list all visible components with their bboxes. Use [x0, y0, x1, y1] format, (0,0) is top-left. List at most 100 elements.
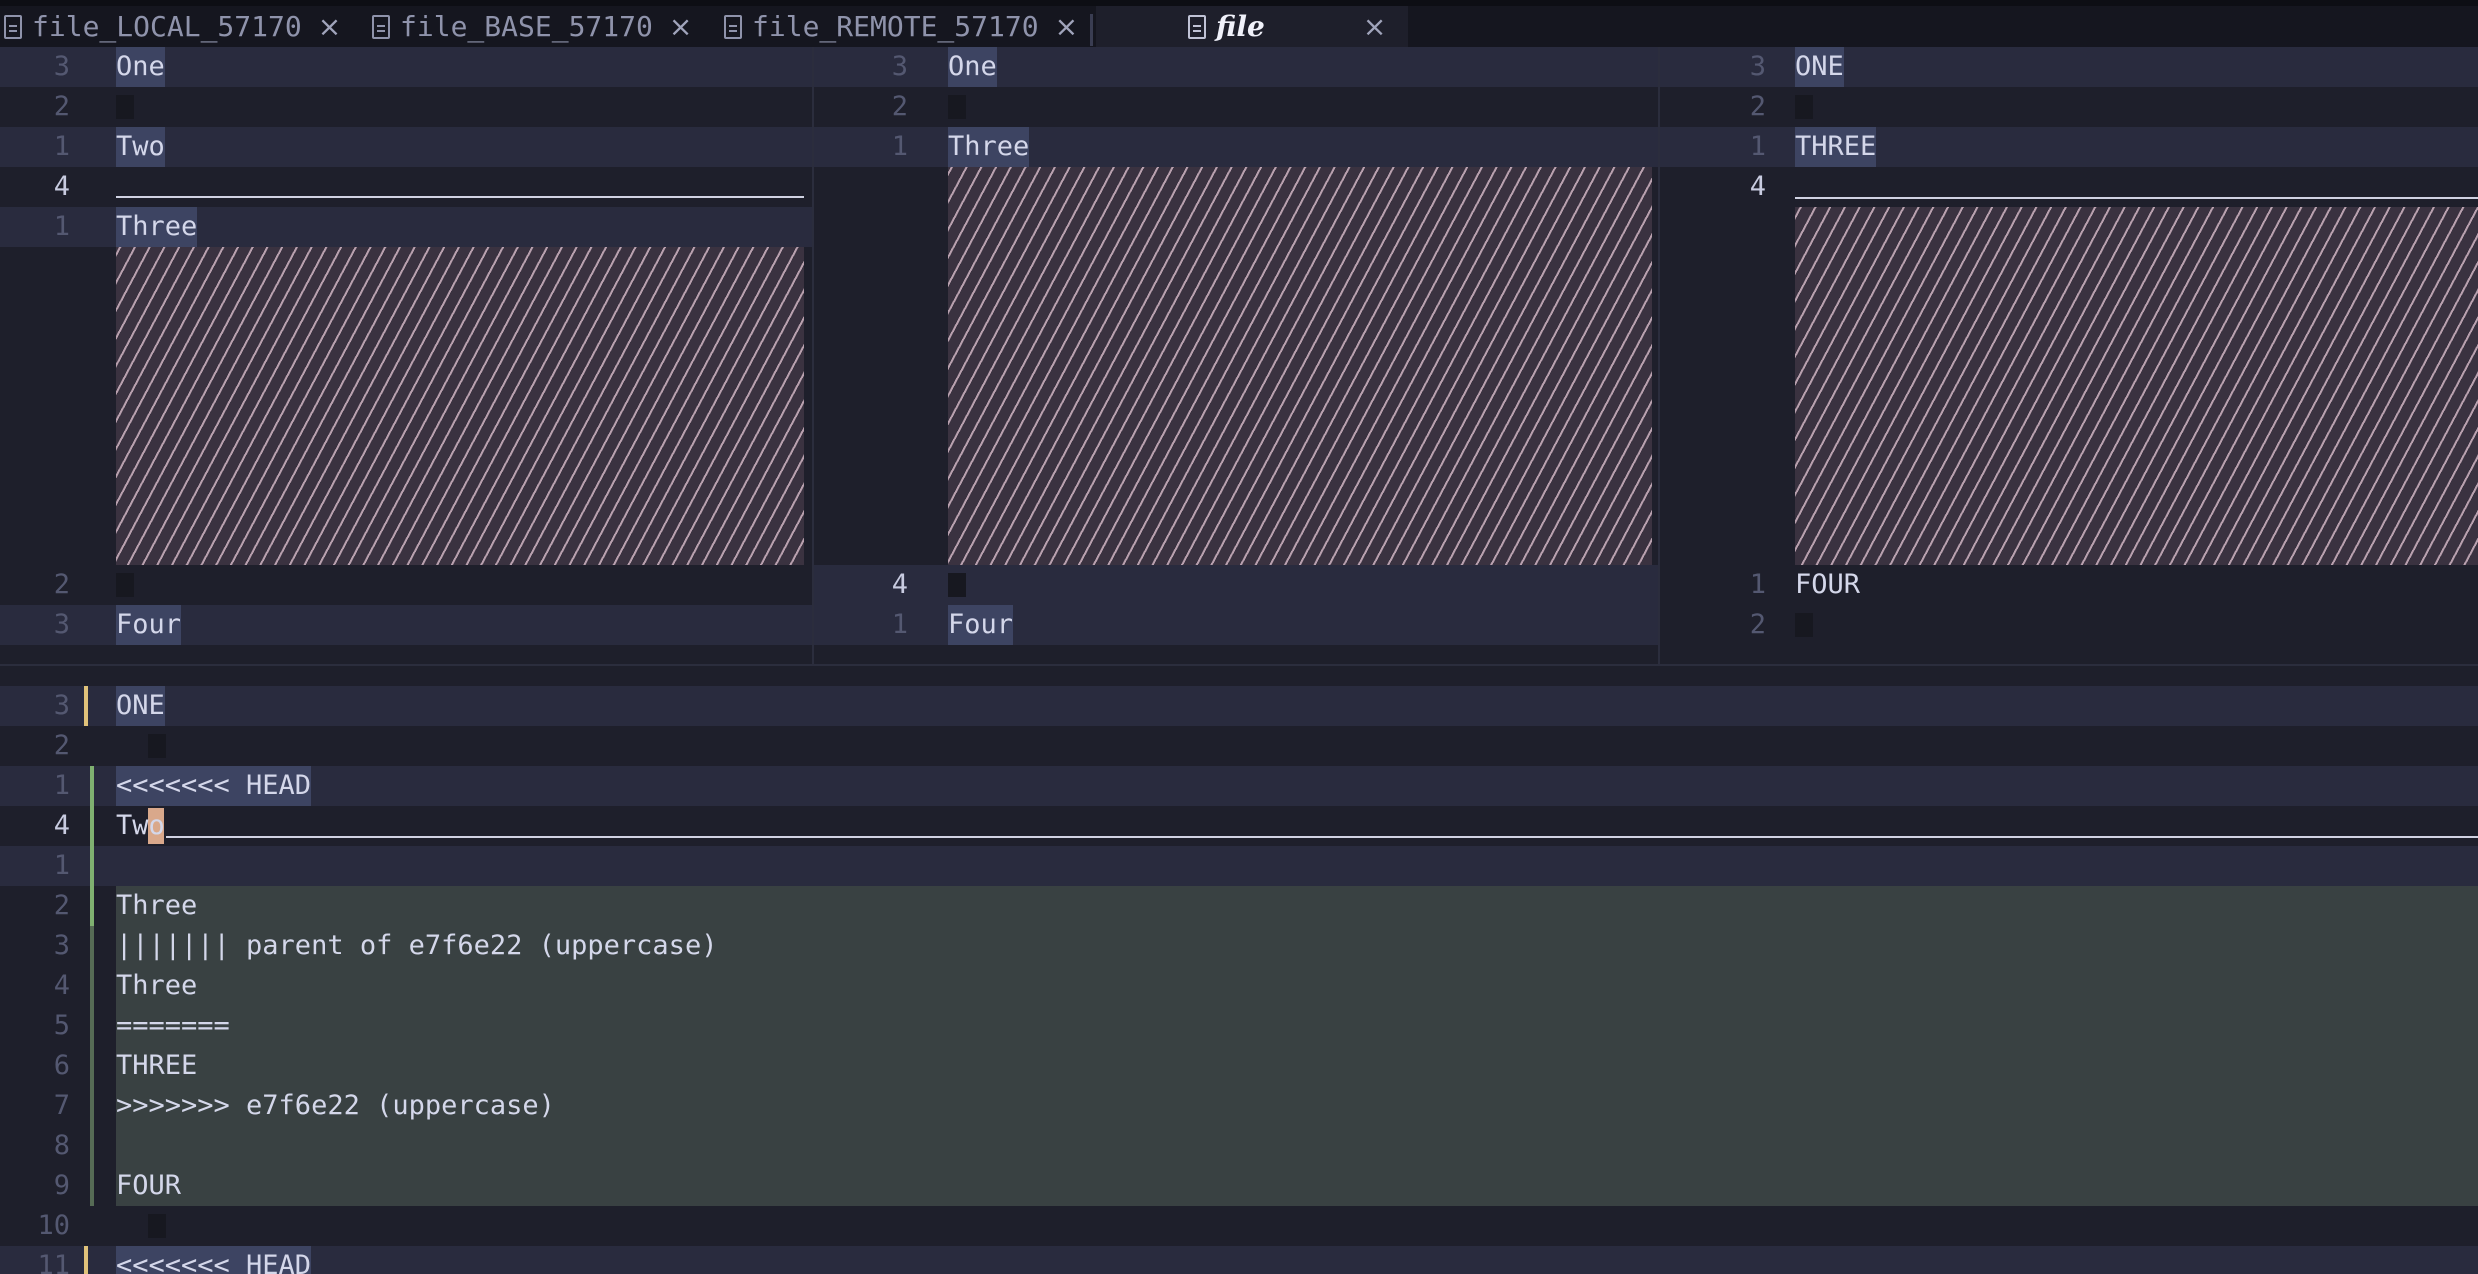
code-line: <<<<<<< HEAD — [116, 1246, 312, 1274]
line-number: 1 — [53, 770, 70, 801]
cursor-line — [116, 196, 804, 198]
code-line: THREE — [116, 1050, 198, 1081]
empty-line-marker — [948, 573, 966, 597]
line-number: 3 — [53, 690, 70, 721]
deleted-region — [116, 247, 804, 565]
line-number: 11 — [37, 1250, 70, 1274]
line-number: 1 — [891, 131, 908, 162]
code-line: ONE — [1795, 47, 1844, 87]
deleted-region — [1795, 207, 2478, 565]
empty-line-marker — [1795, 95, 1813, 119]
gutter-modified-marker — [84, 1246, 88, 1274]
line-number: 10 — [37, 1210, 70, 1241]
line-band — [814, 47, 1658, 87]
line-band — [814, 605, 1658, 645]
code-line: FOUR — [116, 1170, 182, 1201]
code-line: Four — [948, 605, 1014, 645]
empty-line-marker — [116, 95, 134, 119]
close-icon[interactable]: × — [1363, 10, 1386, 43]
empty-line-marker — [148, 1214, 166, 1238]
line-number: 2 — [53, 91, 70, 122]
line-number: 3 — [1749, 51, 1766, 82]
line-number: 8 — [53, 1130, 70, 1161]
line-band — [814, 565, 1658, 605]
line-band — [0, 1246, 2478, 1274]
tab-bar: file_LOCAL_57170 × file_BASE_57170 × fil… — [0, 6, 2478, 47]
merged-pane[interactable]: 3 2 1 4 1 2 3 4 5 6 7 8 9 10 11 ONE <<<<… — [0, 666, 2478, 1274]
code-line[interactable]: Two — [116, 806, 165, 846]
line-number: 3 — [891, 51, 908, 82]
tab-file-base[interactable]: file_BASE_57170 × — [372, 6, 692, 47]
tab-label: file_LOCAL_57170 — [32, 10, 302, 43]
empty-line-marker — [116, 573, 134, 597]
line-band — [1660, 127, 2478, 167]
file-icon — [724, 14, 742, 39]
line-number: 2 — [1749, 609, 1766, 640]
line-band — [0, 766, 2478, 806]
line-number: 2 — [53, 890, 70, 921]
code-line: <<<<<<< HEAD — [116, 766, 312, 806]
tab-label: file — [1216, 10, 1265, 43]
code-line: Three — [116, 207, 198, 247]
empty-line-marker — [148, 734, 166, 758]
code-line: ======= — [116, 1010, 230, 1041]
tab-label: file_REMOTE_57170 — [752, 10, 1039, 43]
empty-line-marker — [948, 95, 966, 119]
line-number: 4 — [53, 970, 70, 1001]
line-band — [1660, 47, 2478, 87]
line-number: 1 — [1749, 569, 1766, 600]
line-number: 4 — [53, 171, 70, 202]
close-icon[interactable]: × — [669, 10, 692, 43]
line-number: 1 — [53, 850, 70, 881]
code-line: Three — [116, 890, 198, 921]
file-icon — [4, 14, 22, 39]
code-line: Three — [116, 970, 198, 1001]
gutter-added-marker — [90, 926, 94, 1206]
code-line: One — [116, 47, 165, 87]
code-line: ||||||| parent of e7f6e22 (uppercase) — [116, 930, 718, 961]
empty-line-marker — [1795, 613, 1813, 637]
line-number: 1 — [1749, 131, 1766, 162]
line-band — [0, 846, 2478, 886]
line-number: 3 — [53, 51, 70, 82]
cursor-line — [166, 836, 2478, 838]
cursor-line — [1795, 197, 2478, 199]
tab-label: file_BASE_57170 — [400, 10, 653, 43]
file-icon — [1188, 14, 1206, 39]
line-number: 3 — [53, 930, 70, 961]
local-pane[interactable]: 3 2 1 4 1 2 3 One Two Three Four — [0, 47, 812, 664]
base-pane[interactable]: 3 2 1 4 1 One Three Four — [814, 47, 1658, 664]
line-number: 2 — [891, 91, 908, 122]
line-number: 4 — [1749, 171, 1766, 202]
line-band — [814, 127, 1658, 167]
tab-file-merged[interactable]: file × — [1096, 6, 1408, 47]
code-line: >>>>>>> e7f6e22 (uppercase) — [116, 1090, 555, 1121]
remote-pane[interactable]: 3 2 1 4 1 2 ONE THREE FOUR — [1660, 47, 2478, 664]
line-number: 1 — [53, 131, 70, 162]
line-band — [0, 686, 2478, 726]
close-icon[interactable]: × — [1055, 10, 1078, 43]
code-line: One — [948, 47, 997, 87]
line-number: 3 — [53, 609, 70, 640]
tab-separator — [1090, 14, 1093, 46]
line-number: 1 — [891, 609, 908, 640]
line-number: 2 — [53, 569, 70, 600]
close-icon[interactable]: × — [318, 10, 341, 43]
line-number: 7 — [53, 1090, 70, 1121]
line-number: 5 — [53, 1010, 70, 1041]
deleted-region — [948, 167, 1652, 565]
gutter-added-marker — [90, 766, 94, 926]
line-number: 6 — [53, 1050, 70, 1081]
gutter-modified-marker — [84, 686, 88, 726]
line-number: 2 — [53, 730, 70, 761]
tab-file-local[interactable]: file_LOCAL_57170 × — [4, 6, 341, 47]
code-line: Four — [116, 605, 182, 645]
tab-file-remote[interactable]: file_REMOTE_57170 × — [724, 6, 1078, 47]
code-line: ONE — [116, 686, 165, 726]
line-number: 9 — [53, 1170, 70, 1201]
line-number: 4 — [891, 569, 908, 600]
code-line: Two — [116, 127, 165, 167]
code-line: FOUR — [1795, 569, 1861, 600]
line-number: 4 — [53, 810, 70, 841]
line-number: 1 — [53, 211, 70, 242]
